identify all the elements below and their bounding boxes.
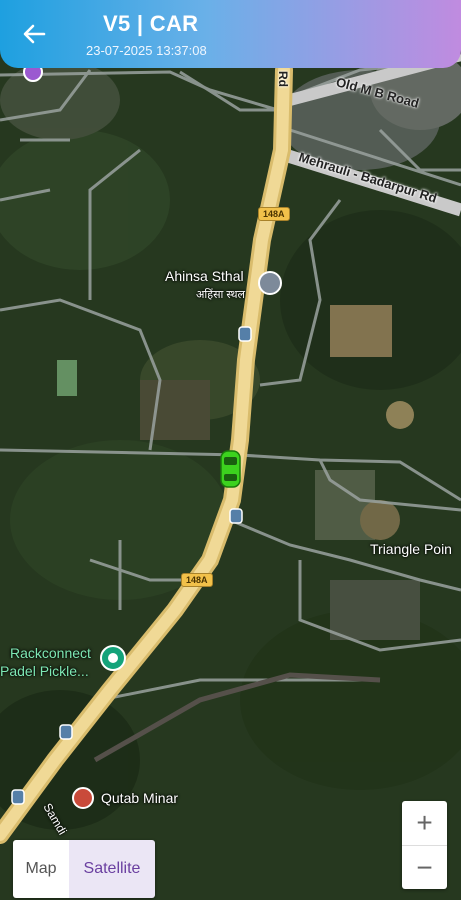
- zoom-out-button[interactable]: −: [402, 846, 447, 890]
- map-type-toggle: Map Satellite: [13, 840, 155, 898]
- app-header: V5 | CAR 23-07-2025 13:37:08: [0, 0, 461, 68]
- ahinsa-sthal-label: Ahinsa Sthal: [165, 268, 244, 284]
- car-marker-icon[interactable]: [220, 450, 241, 488]
- vehicle-title: V5 | CAR: [103, 11, 199, 36]
- map-view-button[interactable]: Map: [13, 840, 69, 898]
- triangle-point-label: Triangle Poin: [370, 541, 452, 557]
- ahinsa-sthal-hindi-label: अहिंसा स्थल: [196, 289, 245, 301]
- zoom-controls: + −: [402, 801, 447, 889]
- timestamp: 23-07-2025 13:37:08: [86, 43, 207, 58]
- satellite-view-button[interactable]: Satellite: [69, 840, 155, 898]
- zoom-in-button[interactable]: +: [402, 801, 447, 845]
- route-shield-lower: 148A: [181, 573, 213, 587]
- route-shield-upper: 148A: [258, 207, 290, 221]
- rackconnect-label-2: Padel Pickle...: [0, 663, 89, 679]
- qutab-minar-label: Qutab Minar: [101, 790, 179, 806]
- rd-fragment-label: Rd: [276, 71, 290, 87]
- rackconnect-label: Rackconnect: [10, 645, 91, 661]
- back-arrow-icon[interactable]: [20, 20, 48, 48]
